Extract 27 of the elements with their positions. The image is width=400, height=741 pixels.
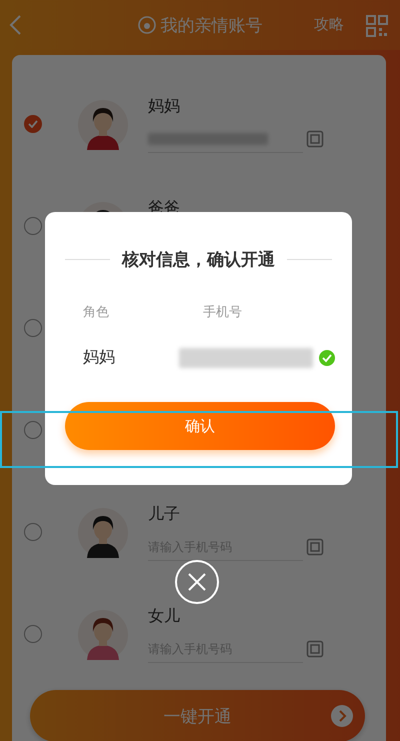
radio-button[interactable]: [24, 217, 42, 235]
avatar-icon: [78, 508, 128, 558]
qr-code-icon[interactable]: [366, 15, 388, 37]
back-icon[interactable]: [8, 14, 22, 36]
member-name: 女儿: [148, 606, 180, 627]
page-title: 我的亲情账号: [160, 14, 262, 36]
radio-button[interactable]: [24, 421, 42, 439]
column-header: 角色: [83, 304, 110, 321]
column-header: 手机号: [203, 304, 243, 321]
guide-link[interactable]: 攻略: [314, 15, 344, 34]
member-name: 儿子: [148, 504, 180, 525]
contact-icon[interactable]: [306, 640, 324, 658]
open-all-button[interactable]: 一键开通: [30, 690, 365, 741]
dialog-title: 核对信息，确认开通: [122, 249, 275, 271]
avatar-icon: [78, 610, 128, 660]
member-name: 妈妈: [148, 96, 180, 117]
contact-icon[interactable]: [306, 130, 324, 148]
contact-icon[interactable]: [306, 538, 324, 556]
radio-button[interactable]: [24, 625, 42, 643]
close-icon[interactable]: [175, 560, 219, 604]
avatar-icon: [78, 100, 128, 150]
radio-button[interactable]: [24, 115, 42, 133]
radio-button[interactable]: [24, 523, 42, 541]
confirm-button[interactable]: 确认: [65, 402, 335, 450]
role-name: 妈妈: [83, 347, 116, 368]
check-icon: [28, 120, 38, 128]
radio-button[interactable]: [24, 319, 42, 337]
